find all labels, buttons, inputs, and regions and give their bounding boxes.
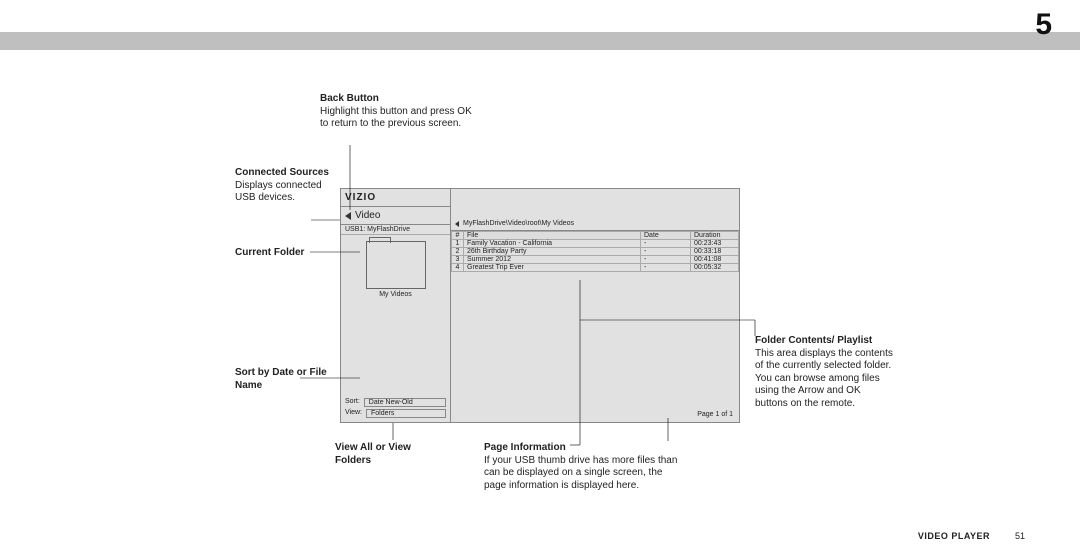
cell-num: 4 [452,264,464,272]
video-player-screen: VIZIO Video USB1: MyFlashDrive My Videos… [340,188,740,423]
cell-dur: 00:05:32 [691,264,739,272]
title-row: Video [341,207,450,225]
table-row[interactable]: 4 Greatest Trip Ever - 00:05:32 [452,264,739,272]
callout-title: Current Folder [235,247,304,258]
sort-label: Sort: [345,398,360,407]
usb-source-row[interactable]: USB1: MyFlashDrive [341,225,450,235]
callout-body: This area displays the contents of the c… [755,348,893,409]
callout-sources: Connected Sources Displays connected USB… [235,167,330,205]
cell-dur: 00:41:08 [691,256,739,264]
view-value[interactable]: Folders [366,409,446,418]
table-row[interactable]: 3 Summer 2012 - 00:41:08 [452,256,739,264]
col-num: # [452,232,464,240]
footer-label: VIDEO PLAYER [918,531,990,541]
cell-file: Summer 2012 [464,256,641,264]
screen-right-pane: MyFlashDrive\Video\root\My Videos # File… [451,189,739,422]
callout-title: Connected Sources [235,167,329,178]
cell-file: Greatest Trip Ever [464,264,641,272]
callout-folder-contents: Folder Contents/ Playlist This area disp… [755,335,895,410]
breadcrumb-back-icon[interactable] [455,221,459,227]
sort-row[interactable]: Sort: Date New-Old [345,398,446,407]
cell-dur: 00:23:43 [691,240,739,248]
footer-page-number: 51 [1015,531,1025,541]
cell-date: - [641,264,691,272]
header-strip [0,32,1080,50]
back-icon[interactable] [345,212,351,220]
view-label: View: [345,409,362,418]
file-table: # File Date Duration 1 Family Vacation -… [451,231,739,272]
breadcrumb-row: MyFlashDrive\Video\root\My Videos [451,217,739,231]
callout-title: Page Information [484,442,566,453]
table-row[interactable]: 2 26th Birthday Party - 00:33:18 [452,248,739,256]
breadcrumb: MyFlashDrive\Video\root\My Videos [463,220,574,227]
cell-file: Family Vacation - California [464,240,641,248]
cell-date: - [641,248,691,256]
col-file: File [464,232,641,240]
page-info: Page 1 of 1 [697,411,733,418]
cell-num: 1 [452,240,464,248]
callout-sort: Sort by Date or File Name [235,367,330,392]
screen-title: Video [355,210,380,221]
callout-body: Highlight this button and press OK to re… [320,106,472,130]
col-dur: Duration [691,232,739,240]
cell-num: 2 [452,248,464,256]
callout-title: Sort by Date or File Name [235,367,327,391]
callout-current-folder: Current Folder [235,247,330,260]
callout-back: Back Button Highlight this button and pr… [320,93,480,131]
view-row[interactable]: View: Folders [345,409,446,418]
cell-date: - [641,256,691,264]
callout-title: Folder Contents/ Playlist [755,335,872,346]
table-row[interactable]: 1 Family Vacation - California - 00:23:4… [452,240,739,248]
chapter-number: 5 [1035,8,1052,42]
folder-label: My Videos [341,291,450,298]
cell-dur: 00:33:18 [691,248,739,256]
cell-file: 26th Birthday Party [464,248,641,256]
screen-left-pane: VIZIO Video USB1: MyFlashDrive My Videos… [341,189,451,422]
brand-logo: VIZIO [341,189,450,207]
callout-view: View All or View Folders [335,442,430,467]
callout-title: View All or View Folders [335,442,411,466]
callout-body: Displays connected USB devices. [235,180,322,204]
callout-page-info: Page Information If your USB thumb drive… [484,442,684,492]
current-folder[interactable]: My Videos [341,241,450,298]
folder-icon [366,241,426,289]
col-date: Date [641,232,691,240]
callout-title: Back Button [320,93,379,104]
cell-num: 3 [452,256,464,264]
cell-date: - [641,240,691,248]
sort-value[interactable]: Date New-Old [364,398,446,407]
callout-body: If your USB thumb drive has more files t… [484,455,677,491]
